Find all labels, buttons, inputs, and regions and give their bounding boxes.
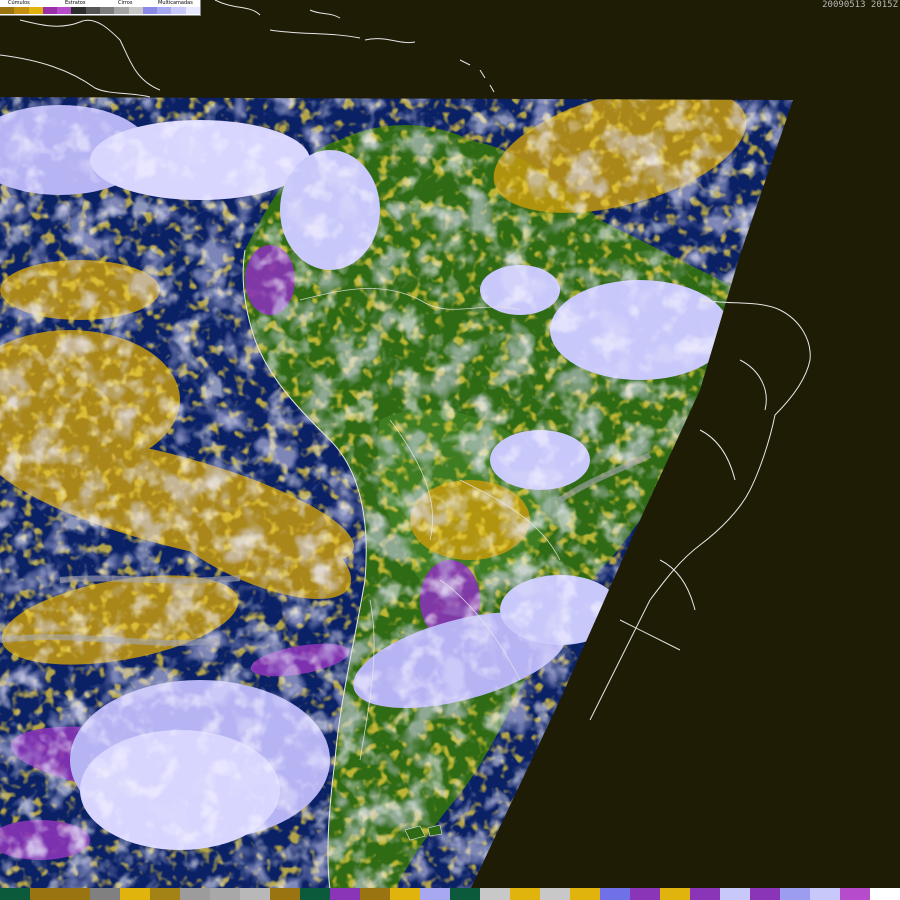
color-bar-swatch bbox=[300, 888, 330, 900]
color-bar-swatch bbox=[360, 888, 390, 900]
legend-swatch bbox=[42, 7, 58, 14]
color-bar-swatch bbox=[780, 888, 810, 900]
color-bar-swatch bbox=[90, 888, 120, 900]
legend-swatch bbox=[100, 7, 115, 14]
color-bar-swatch bbox=[690, 888, 720, 900]
legend-swatch bbox=[114, 7, 129, 14]
legend-label-cumulus: Cúmulos bbox=[8, 0, 30, 6]
legend-swatch bbox=[171, 7, 186, 14]
color-bar-swatch bbox=[240, 888, 270, 900]
color-bar-swatch bbox=[210, 888, 240, 900]
legend-swatch bbox=[28, 7, 43, 14]
legend-swatch bbox=[14, 7, 29, 14]
color-bar-swatch bbox=[420, 888, 450, 900]
legend-label-multilayer: Multicamadas bbox=[158, 0, 193, 6]
color-bar-swatch bbox=[840, 888, 870, 900]
color-bar-swatch bbox=[510, 888, 540, 900]
color-bar-swatch bbox=[150, 888, 180, 900]
legend-label-cirrus: Cirros bbox=[118, 0, 133, 6]
legend-swatch bbox=[142, 7, 158, 14]
color-bar-swatch bbox=[180, 888, 210, 900]
color-bar-swatch bbox=[570, 888, 600, 900]
legend-swatch bbox=[0, 7, 15, 14]
legend-label-stratus: Estratos bbox=[65, 0, 86, 6]
timestamp: 20090513 2015Z bbox=[822, 0, 898, 10]
satellite-image: Cúmulos Estratos Cirros Multicamadas 200… bbox=[0, 0, 900, 900]
legend-swatch bbox=[71, 7, 86, 14]
color-bar-swatch bbox=[720, 888, 750, 900]
cloud-classification-map bbox=[0, 0, 900, 900]
color-bar-swatch bbox=[810, 888, 840, 900]
color-bar-swatch bbox=[540, 888, 570, 900]
color-bar-swatch bbox=[450, 888, 480, 900]
color-bar-swatch bbox=[330, 888, 360, 900]
color-bar-swatch bbox=[750, 888, 780, 900]
color-bar-swatch bbox=[480, 888, 510, 900]
color-bar-swatch bbox=[870, 888, 900, 900]
legend-swatch bbox=[185, 7, 200, 14]
color-bar-swatch bbox=[270, 888, 300, 900]
legend-swatch bbox=[128, 7, 143, 14]
legend-swatch bbox=[57, 7, 72, 14]
legend-swatch bbox=[85, 7, 100, 14]
color-bar-swatch bbox=[600, 888, 630, 900]
color-bar-swatch bbox=[660, 888, 690, 900]
legend: Cúmulos Estratos Cirros Multicamadas bbox=[0, 0, 201, 16]
legend-swatch bbox=[157, 7, 172, 14]
color-bar-swatch bbox=[60, 888, 90, 900]
color-bar-swatch bbox=[630, 888, 660, 900]
color-bar-swatch bbox=[30, 888, 60, 900]
color-bar-swatch bbox=[390, 888, 420, 900]
color-bar-swatch bbox=[0, 888, 30, 900]
bottom-color-bar bbox=[0, 888, 900, 900]
color-bar-swatch bbox=[120, 888, 150, 900]
